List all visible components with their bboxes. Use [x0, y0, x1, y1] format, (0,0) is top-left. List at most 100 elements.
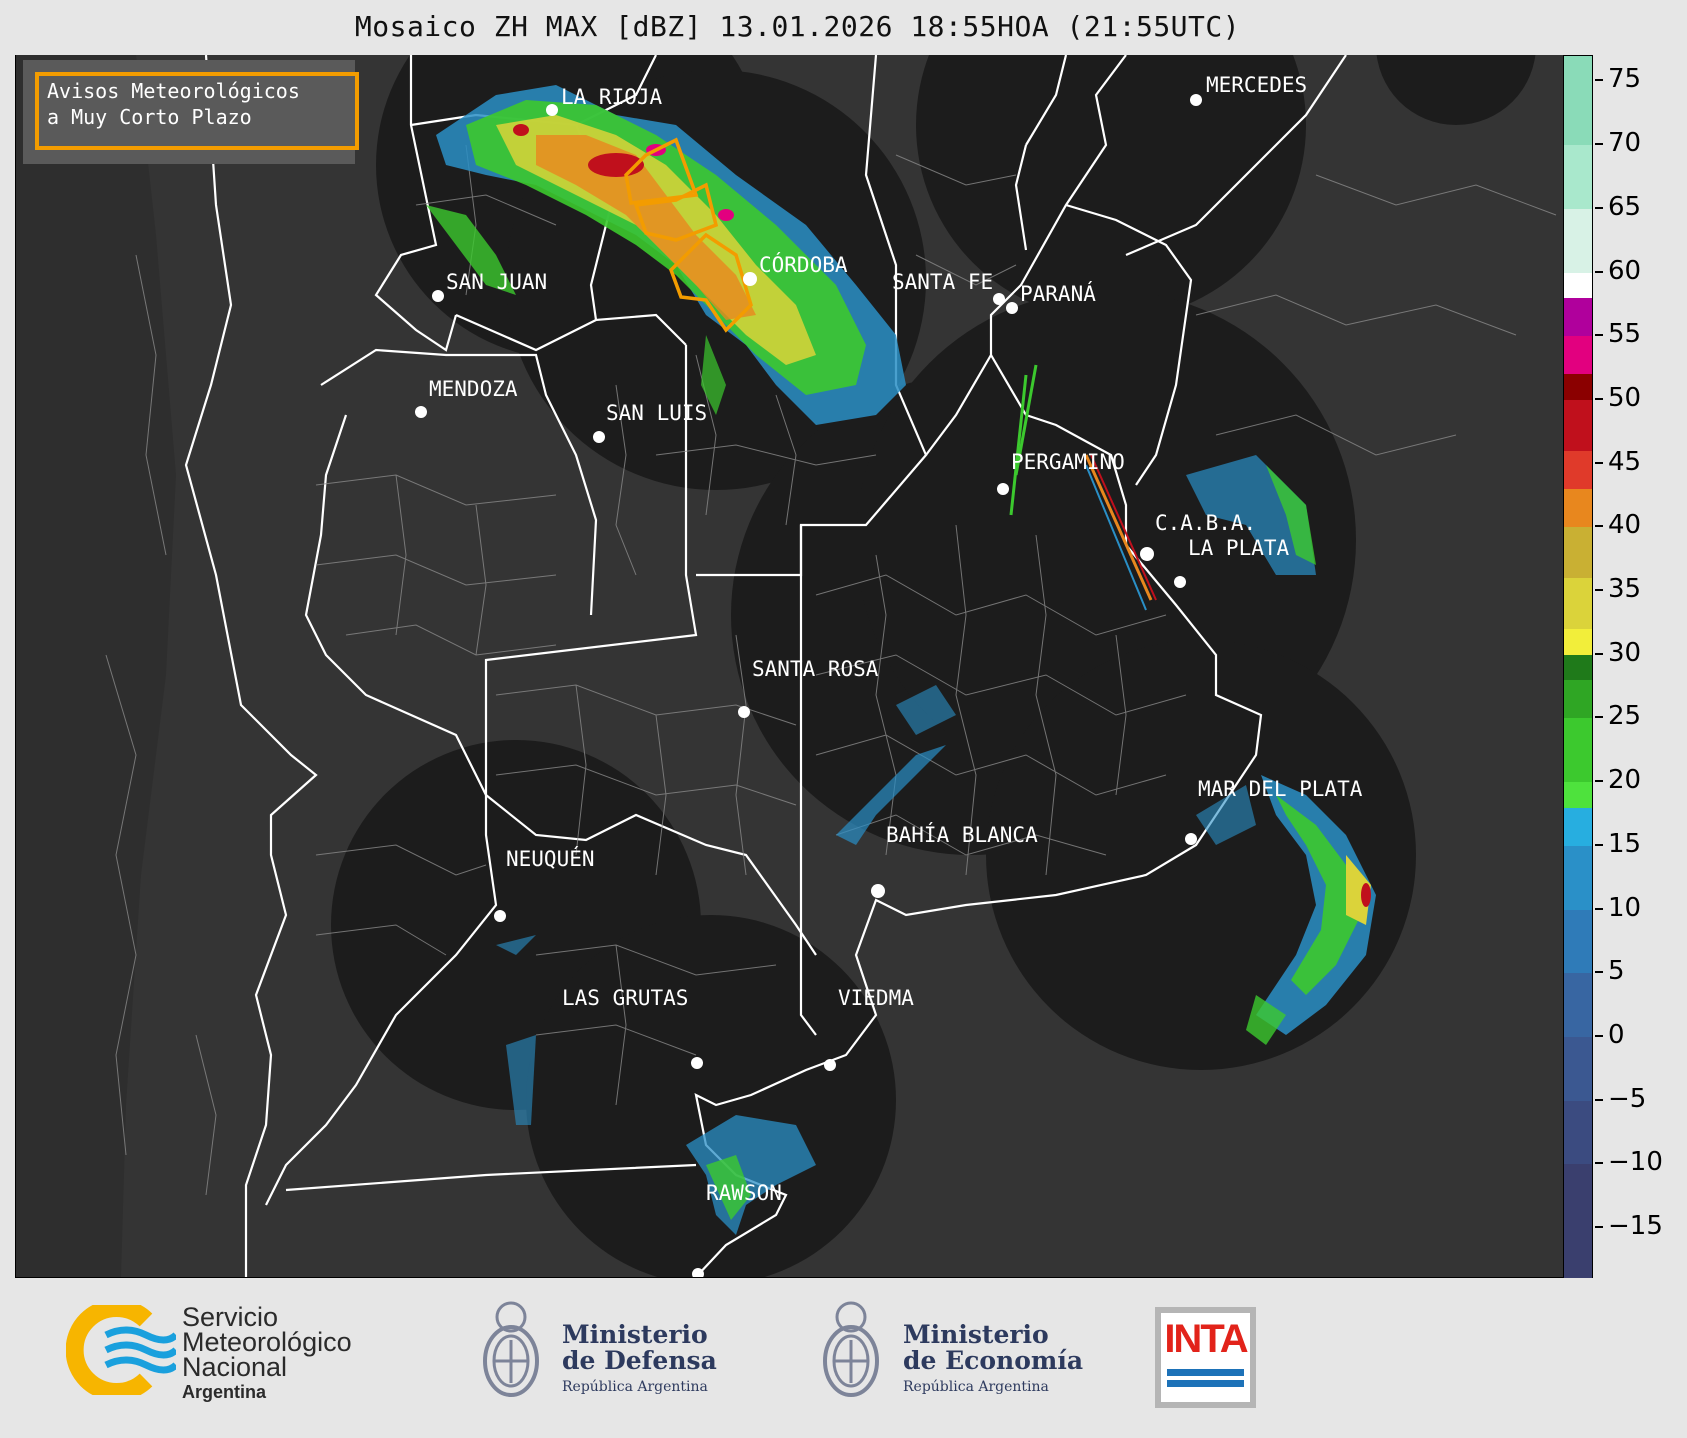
city-label-viedma: VIEDMA	[838, 986, 914, 1010]
economia-coat-of-arms	[823, 1301, 879, 1397]
colorbar-tick	[1595, 206, 1603, 209]
colorbar-segment	[1564, 629, 1592, 655]
colorbar-tick-label: 50	[1608, 382, 1642, 413]
colorbar-segment	[1564, 973, 1592, 1037]
colorbar-tick-label: 60	[1608, 255, 1642, 286]
colorbar-tick-label: −15	[1608, 1211, 1663, 1242]
colorbar-tick	[1595, 780, 1603, 783]
city-label-mar-del-plata: MAR DEL PLATA	[1198, 777, 1363, 801]
colorbar-segment	[1564, 1100, 1592, 1165]
smn-logo-text: Servicio Meteorológico Nacional Argentin…	[182, 1304, 352, 1405]
city-marker-bahia-blanca	[871, 884, 885, 898]
colorbar-tick-label: 40	[1608, 510, 1642, 541]
colorbar-tick	[1595, 143, 1603, 146]
colorbar	[1563, 55, 1593, 1279]
colorbar-tick-label: 65	[1608, 191, 1642, 222]
city-marker-san-luis	[593, 431, 605, 443]
colorbar-segment	[1564, 1164, 1592, 1279]
colorbar-segment	[1564, 845, 1592, 910]
colorbar-tick-label: −5	[1608, 1083, 1647, 1114]
city-label-san-luis: SAN LUIS	[606, 401, 708, 425]
colorbar-tick	[1595, 525, 1603, 528]
colorbar-segment	[1564, 336, 1592, 375]
inta-stripe	[1167, 1380, 1244, 1387]
defensa-logo-text: Ministerio de Defensa República Argentin…	[562, 1322, 717, 1400]
colorbar-tick-label: 15	[1608, 828, 1642, 859]
colorbar-tick	[1595, 589, 1603, 592]
city-marker-santa-rosa	[738, 706, 750, 718]
colorbar-tick	[1595, 907, 1603, 910]
colorbar-tick-label: 70	[1608, 128, 1642, 159]
colorbar-segment	[1564, 718, 1592, 783]
colorbar-tick-label: 20	[1608, 765, 1642, 796]
city-marker-viedma	[824, 1059, 836, 1071]
city-marker-mar-del-plata	[1185, 833, 1197, 845]
colorbar-tick	[1595, 461, 1603, 464]
city-label-bahia-blanca: BAHÍA BLANCA	[886, 823, 1038, 847]
colorbar-segment	[1564, 807, 1592, 846]
economia-line3: República Argentina	[903, 1379, 1049, 1395]
colorbar-segment	[1564, 489, 1592, 528]
colorbar-segment	[1564, 208, 1592, 273]
defensa-line2: de Defensa	[562, 1346, 717, 1375]
warning-legend-frame: Avisos Meteorológicos a Muy Corto Plazo	[35, 72, 359, 150]
colorbar-segment	[1564, 399, 1592, 451]
colorbar-tick-label: 55	[1608, 319, 1642, 350]
colorbar-segment	[1564, 782, 1592, 808]
city-label-parana: PARANÁ	[1020, 282, 1096, 306]
colorbar-tick-label: 5	[1608, 956, 1625, 987]
city-marker-pergamino	[997, 483, 1009, 495]
defensa-coat-of-arms	[483, 1301, 539, 1397]
warning-legend-line2: a Muy Corto Plazo	[47, 105, 252, 129]
city-label-la-plata: LA PLATA	[1188, 536, 1290, 560]
inta-stripe	[1167, 1369, 1244, 1376]
city-label-san-juan: SAN JUAN	[446, 270, 548, 294]
city-label-cordoba: CÓRDOBA	[759, 253, 848, 277]
colorbar-tick	[1595, 971, 1603, 974]
colorbar-tick	[1595, 716, 1603, 719]
colorbar-tick	[1595, 79, 1603, 82]
city-label-la-rioja: LA RIOJA	[561, 85, 663, 109]
colorbar-tick-label: 10	[1608, 892, 1642, 923]
colorbar-tick	[1595, 1162, 1603, 1165]
city-label-neuquen: NEUQUÉN	[506, 847, 595, 871]
city-label-pergamino: PERGAMINO	[1011, 450, 1125, 474]
city-label-santa-fe: SANTA FE	[892, 270, 994, 294]
city-marker-parana	[1006, 302, 1018, 314]
radar-coverage-circle	[526, 915, 896, 1277]
colorbar-segment	[1564, 1036, 1592, 1101]
colorbar-tick	[1595, 1034, 1603, 1037]
defensa-line3: República Argentina	[562, 1379, 708, 1395]
smn-logo	[66, 1305, 176, 1395]
colorbar-tick-label: 0	[1608, 1019, 1625, 1050]
defensa-line1: Ministerio	[562, 1320, 708, 1349]
city-marker-caba	[1140, 547, 1154, 561]
city-label-mercedes: MERCEDES	[1206, 73, 1308, 97]
inta-logo: INTA	[1155, 1307, 1256, 1408]
city-marker-cordoba	[743, 272, 757, 286]
city-label-caba: C.A.B.A.	[1155, 511, 1257, 535]
map-title: Mosaico ZH MAX [dBZ] 13.01.2026 18:55HOA…	[354, 10, 1241, 43]
city-marker-san-juan	[432, 290, 444, 302]
colorbar-segment	[1564, 272, 1592, 299]
colorbar-tick	[1595, 397, 1603, 400]
colorbar-tick-label: 30	[1608, 637, 1642, 668]
colorbar-segment	[1564, 578, 1592, 630]
colorbar-tick-label: 35	[1608, 574, 1642, 605]
colorbar-tick	[1595, 1226, 1603, 1229]
colorbar-segment	[1564, 298, 1592, 337]
colorbar-tick-label: 25	[1608, 701, 1642, 732]
radar-map[interactable]: LA RIOJA MERCEDES SAN JUAN CÓRDOBA SANTA…	[15, 55, 1564, 1278]
colorbar-segment	[1564, 527, 1592, 579]
city-marker-mendoza	[415, 406, 427, 418]
colorbar-segment	[1564, 56, 1592, 146]
smn-line4: Argentina	[182, 1382, 267, 1402]
colorbar-segment	[1564, 450, 1592, 490]
economia-line1: Ministerio	[903, 1320, 1049, 1349]
warning-legend: Avisos Meteorológicos a Muy Corto Plazo	[23, 60, 359, 164]
warning-legend-line1: Avisos Meteorológicos	[47, 79, 300, 103]
city-marker-las-grutas	[691, 1057, 703, 1069]
city-label-mendoza: MENDOZA	[429, 377, 518, 401]
city-marker-mercedes	[1190, 94, 1202, 106]
colorbar-segment	[1564, 680, 1592, 719]
